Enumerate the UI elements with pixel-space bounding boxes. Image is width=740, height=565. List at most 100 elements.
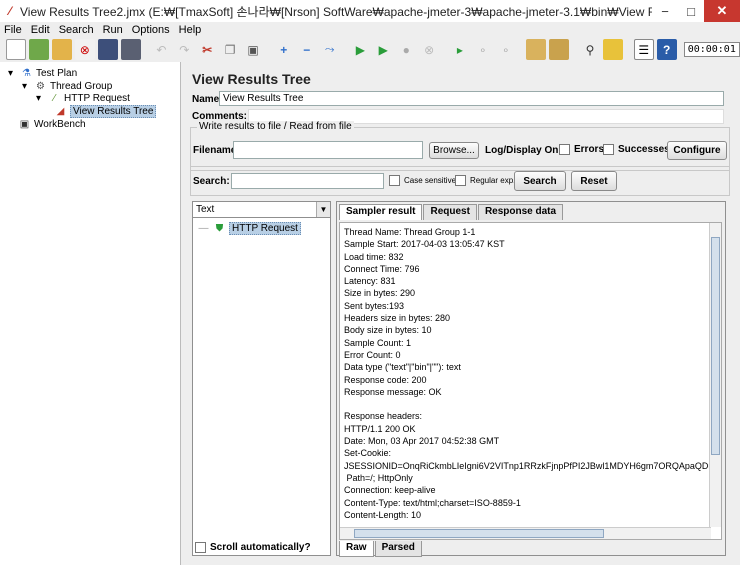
tree-item-test-plan[interactable]: ▾ ⚗ Test Plan <box>4 66 77 80</box>
sampler-result-text-area[interactable]: Thread Name: Thread Group 1-1 Sample Star… <box>339 222 722 540</box>
checkbox-box[interactable] <box>195 542 206 553</box>
templates-icon[interactable] <box>29 39 49 60</box>
tree-item-workbench[interactable]: ▣ WorkBench <box>18 117 86 131</box>
errors-checkbox[interactable]: Errors <box>559 144 604 155</box>
write-results-group: Write results to file / Read from file F… <box>190 121 730 171</box>
horizontal-scrollbar[interactable] <box>340 527 711 539</box>
scroll-automatically-checkbox[interactable]: Scroll automatically? <box>195 542 311 553</box>
configure-button[interactable]: Configure <box>667 141 727 160</box>
help-icon[interactable]: ? <box>656 39 677 60</box>
collapse-icon[interactable]: − <box>297 39 317 60</box>
sampler-pipette-icon: ⁄ <box>53 92 56 104</box>
toggle-icon[interactable]: ⤳ <box>320 39 340 60</box>
result-line: Set-Cookie: <box>344 448 392 459</box>
close-button[interactable]: ✕ <box>704 0 740 22</box>
result-line: Path=/; HttpOnly <box>344 472 413 483</box>
toolbar-separator <box>343 39 347 60</box>
result-line: Sample Count: 1 <box>344 337 412 348</box>
expand-toggle-icon[interactable]: ▾ <box>18 80 31 92</box>
title-bar: ⁄ View Results Tree2.jmx (E:₩[TmaxSoft] … <box>0 0 740 22</box>
redo-icon[interactable]: ↷ <box>174 39 194 60</box>
vertical-scrollbar[interactable] <box>709 223 721 527</box>
tab-sampler-result[interactable]: Sampler result <box>339 204 423 220</box>
success-shield-icon: ⛊ <box>215 222 224 234</box>
search-input[interactable] <box>231 173 384 189</box>
clear-all-icon[interactable] <box>549 39 570 60</box>
filename-input[interactable] <box>233 141 423 159</box>
checkbox-box[interactable] <box>389 175 400 186</box>
undo-icon[interactable]: ↶ <box>151 39 171 60</box>
start-icon[interactable]: ▶ <box>350 39 370 60</box>
case-sensitive-checkbox[interactable]: Case sensitive <box>389 175 456 186</box>
clear-icon[interactable] <box>526 39 547 60</box>
result-line: Error Count: 0 <box>344 349 401 360</box>
name-label: Name: <box>192 94 223 105</box>
search-label: Search: <box>193 176 230 187</box>
result-line: Sent bytes:193 <box>344 300 405 311</box>
save-as-icon[interactable] <box>120 39 141 60</box>
shutdown-icon[interactable]: ⊗ <box>419 39 439 60</box>
remote-stop-icon[interactable]: ∘ <box>473 39 493 60</box>
tree-line-icon: — <box>198 222 209 234</box>
regular-exp-label: Regular exp. <box>470 176 516 185</box>
open-icon[interactable] <box>51 39 72 60</box>
reset-search-icon[interactable] <box>603 39 623 60</box>
toolbar-separator <box>626 39 630 60</box>
save-icon[interactable] <box>97 39 118 60</box>
toolbar-separator <box>266 39 270 60</box>
result-line: Date: Mon, 03 Apr 2017 04:52:38 GMT <box>344 436 500 447</box>
expand-toggle-icon[interactable]: ▾ <box>32 92 45 104</box>
toolbar-separator <box>144 39 148 60</box>
minimize-button[interactable]: − <box>652 0 678 22</box>
remote-exit-icon[interactable]: ∘ <box>496 39 516 60</box>
new-icon[interactable] <box>6 39 27 60</box>
renderer-select[interactable]: Text ▼ <box>193 202 330 218</box>
search-button[interactable]: Search <box>514 171 566 191</box>
expand-icon[interactable]: + <box>274 39 294 60</box>
copy-icon[interactable]: ❐ <box>220 39 240 60</box>
search-icon[interactable]: ⚲ <box>580 39 600 60</box>
horizontal-scroll-thumb[interactable] <box>354 529 604 538</box>
expand-toggle-icon[interactable]: ▾ <box>4 67 17 79</box>
checkbox-box[interactable] <box>455 175 466 186</box>
checkbox-box[interactable] <box>603 144 614 155</box>
menu-file[interactable]: File <box>4 24 22 36</box>
tree-item-http-request[interactable]: ▾ ⁄ HTTP Request <box>32 91 130 105</box>
scroll-automatically-label: Scroll automatically? <box>210 542 311 553</box>
menu-run[interactable]: Run <box>103 24 123 36</box>
menu-help[interactable]: Help <box>179 24 202 36</box>
maximize-button[interactable]: □ <box>678 0 704 22</box>
checkbox-box[interactable] <box>559 144 570 155</box>
start-no-pause-icon[interactable]: ▶ <box>373 39 393 60</box>
result-line: Load time: 832 <box>344 251 404 262</box>
tab-parsed[interactable]: Parsed <box>374 541 422 557</box>
elapsed-timer: 00:00:01 <box>683 42 740 57</box>
dropdown-arrow-icon[interactable]: ▼ <box>316 202 330 217</box>
result-line: Data type ("text"|"bin"|""): text <box>344 362 461 373</box>
stop-icon[interactable]: ● <box>396 39 416 60</box>
result-line: Body size in bytes: 10 <box>344 325 432 336</box>
reset-button[interactable]: Reset <box>571 171 617 191</box>
search-panel: Search: Case sensitive Regular exp. Sear… <box>190 166 730 196</box>
menu-options[interactable]: Options <box>132 24 170 36</box>
tab-response-data[interactable]: Response data <box>477 204 564 220</box>
cut-icon[interactable]: ✂ <box>197 39 217 60</box>
sample-tree-item[interactable]: — ⛊ HTTP Request <box>197 221 301 235</box>
close-file-icon[interactable]: ⊗ <box>74 39 95 60</box>
tree-item-view-results-tree[interactable]: ◢ View Results Tree <box>54 104 157 118</box>
vertical-scroll-thumb[interactable] <box>711 237 720 455</box>
name-field[interactable]: View Results Tree <box>219 91 724 106</box>
menu-edit[interactable]: Edit <box>31 24 50 36</box>
regular-exp-checkbox[interactable]: Regular exp. <box>455 175 515 186</box>
paste-icon[interactable]: ▣ <box>243 39 263 60</box>
remote-start-icon[interactable]: ▸ <box>450 39 470 60</box>
tree-item-label: HTTP Request <box>64 92 130 104</box>
menu-search[interactable]: Search <box>59 24 94 36</box>
result-line <box>344 398 712 410</box>
browse-button[interactable]: Browse... <box>429 142 479 159</box>
successes-checkbox[interactable]: Successes <box>603 144 670 155</box>
function-helper-icon[interactable]: ☰ <box>633 39 654 60</box>
log-display-label: Log/Display Only: <box>485 145 571 156</box>
tab-raw[interactable]: Raw <box>339 541 374 557</box>
tab-request[interactable]: Request <box>423 204 477 220</box>
